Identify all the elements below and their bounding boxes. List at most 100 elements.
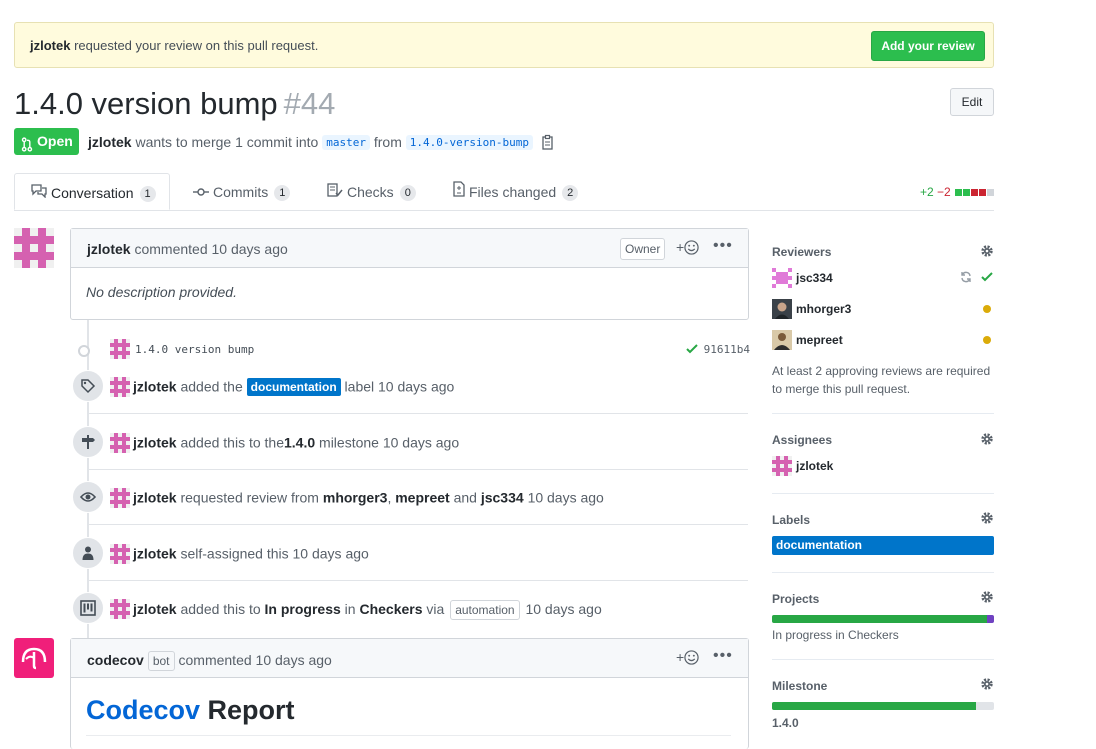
comment-body: No description provided. [86, 284, 237, 300]
banner-user[interactable]: jzlotek [30, 38, 70, 53]
documentation-label[interactable]: documentation [246, 377, 341, 396]
base-branch[interactable]: master [322, 135, 370, 151]
pr-author[interactable]: jzlotek [88, 134, 132, 150]
status-badge: Open [14, 128, 79, 155]
check-icon [685, 344, 698, 354]
reviewer-link[interactable]: mepreet [395, 490, 449, 506]
reviewer-name: jsc334 [796, 271, 833, 285]
gear-icon[interactable] [980, 511, 994, 528]
file-diff-icon [453, 173, 465, 211]
tab-counter: 1 [274, 185, 291, 201]
avatar[interactable] [110, 544, 130, 564]
commit-message[interactable]: 1.4.0 version bump [135, 343, 254, 356]
event-user[interactable]: jzlotek [133, 435, 177, 451]
review-requirement-note: At least 2 approving reviews are require… [772, 364, 991, 396]
tag-icon [72, 370, 104, 402]
documentation-label[interactable]: documentation [772, 536, 994, 555]
clipboard-icon[interactable] [541, 134, 555, 153]
comment-discussion-icon [31, 174, 47, 212]
gear-icon[interactable] [980, 432, 994, 449]
event-action: added the [180, 378, 243, 395]
comment-author[interactable]: codecov [87, 652, 144, 668]
tab-counter: 0 [399, 185, 416, 201]
commit-sha-text: 91611b4 [703, 343, 750, 356]
milestone-title[interactable]: Milestone [772, 679, 827, 693]
event-time: label 10 days ago [344, 378, 455, 395]
pr-title: 1.4.0 version bump [14, 86, 278, 121]
avatar [772, 456, 792, 479]
reviewer-row[interactable]: jsc334 [772, 268, 994, 290]
project-progress-fill-secondary [987, 615, 994, 623]
codecov-umbrella-icon [21, 647, 47, 670]
tab-files-changed[interactable]: Files changed 2 [453, 173, 579, 211]
via-text: via [426, 601, 445, 617]
avatar[interactable] [110, 339, 130, 362]
sync-icon[interactable] [960, 271, 972, 286]
add-review-button[interactable]: Add your review [871, 31, 985, 61]
diff-block [971, 189, 978, 197]
gear-icon[interactable] [980, 590, 994, 607]
event-text: jzlotek added the documentation label 10… [110, 377, 455, 398]
timeline-line [87, 320, 89, 638]
milestone-name[interactable]: 1.4.0 [772, 714, 799, 732]
reviewer-name: mepreet [796, 333, 843, 347]
divider [86, 735, 731, 736]
reviewer-link[interactable]: jsc334 [481, 490, 524, 506]
event-user[interactable]: jzlotek [133, 379, 177, 395]
head-branch[interactable]: 1.4.0-version-bump [405, 135, 533, 151]
avatar [772, 299, 792, 322]
project-status[interactable]: In progress in Checkers [772, 626, 899, 644]
gear-icon[interactable] [980, 244, 994, 261]
event-text: jzlotek requested review from mhorger3, … [110, 488, 604, 509]
add-reaction-icon[interactable]: + [676, 649, 699, 665]
pr-tabs: Conversation 1 Commits 1 Checks 0 Files cha… [14, 173, 994, 211]
tab-conversation[interactable]: Conversation 1 [14, 173, 170, 210]
pr-meta: jzlotek wants to merge 1 commit into mas… [88, 134, 555, 153]
event-user[interactable]: jzlotek [133, 546, 177, 562]
event-time: 10 days ago [527, 489, 604, 506]
check-icon [981, 271, 993, 286]
diffstat[interactable]: +2 −2 [920, 185, 994, 199]
add-reaction-icon[interactable]: + [676, 239, 699, 255]
reviewer-row[interactable]: mepreet [772, 330, 994, 352]
comment-header: codecov bot commented 10 days ago + ••• [71, 639, 748, 678]
tab-checks[interactable]: Checks 0 [327, 173, 416, 209]
in-text: in [344, 601, 356, 617]
milestone-icon [72, 426, 104, 458]
tab-label: Commits [213, 184, 269, 200]
avatar[interactable] [110, 599, 130, 620]
milestone-link[interactable]: 1.4.0 [284, 435, 315, 451]
reviewer-row[interactable]: mhorger3 [772, 299, 994, 321]
edit-button[interactable]: Edit [950, 88, 994, 116]
tab-label: Files changed [469, 184, 557, 200]
avatar[interactable] [14, 228, 54, 268]
event-user[interactable]: jzlotek [133, 490, 177, 506]
project-column[interactable]: In progress [265, 601, 341, 617]
projects-title[interactable]: Projects [772, 592, 819, 606]
reviewers-title[interactable]: Reviewers [772, 245, 831, 259]
comment-author[interactable]: jzlotek [87, 241, 131, 257]
avatar[interactable] [110, 488, 130, 508]
pending-review-icon [983, 305, 991, 313]
comment-box: codecov bot commented 10 days ago + ••• Co… [70, 638, 749, 749]
codecov-avatar[interactable] [14, 638, 54, 678]
gear-icon[interactable] [980, 677, 994, 694]
avatar[interactable] [110, 433, 130, 453]
labels-title[interactable]: Labels [772, 513, 810, 527]
milestone-progress-fill [772, 702, 977, 710]
commit-sha[interactable]: 91611b4 [685, 343, 750, 356]
project-link[interactable]: Checkers [359, 601, 422, 617]
commit-row: 1.4.0 version bump 91611b4 [78, 339, 750, 362]
avatar[interactable] [110, 377, 130, 397]
more-options-icon[interactable]: ••• [713, 647, 733, 665]
diff-block [963, 189, 970, 197]
event-user[interactable]: jzlotek [133, 601, 177, 617]
banner-message: jzlotek requested your review on this pu… [30, 38, 318, 53]
reviewer-link[interactable]: mhorger3 [323, 490, 388, 506]
assignees-title[interactable]: Assignees [772, 433, 832, 447]
tab-commits[interactable]: Commits 1 [193, 173, 291, 209]
codecov-link[interactable]: Codecov [86, 695, 200, 725]
eye-icon [72, 481, 104, 513]
more-options-icon[interactable]: ••• [713, 237, 733, 255]
assignee-row[interactable]: jzlotek [772, 456, 994, 478]
